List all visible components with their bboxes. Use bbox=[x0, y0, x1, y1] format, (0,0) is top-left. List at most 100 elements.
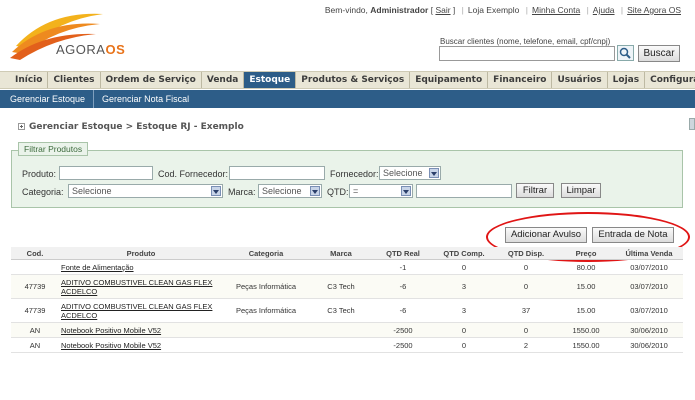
logout-link[interactable]: Sair bbox=[435, 5, 450, 15]
col-qtd-disp[interactable]: QTD Disp. bbox=[495, 247, 557, 259]
help-link[interactable]: Ajuda bbox=[593, 5, 615, 15]
cell-preco: 1550.00 bbox=[572, 325, 600, 335]
categoria-label: Categoria: bbox=[22, 187, 64, 197]
filter-legend: Filtrar Produtos bbox=[18, 142, 89, 156]
cell-qtd-comp: 3 bbox=[461, 282, 467, 291]
nav-inicio[interactable]: Início bbox=[10, 72, 49, 88]
nav-produtos-servicos[interactable]: Produtos & Serviços bbox=[296, 72, 411, 88]
expand-icon[interactable] bbox=[18, 123, 25, 130]
main-nav: Início Clientes Ordem de Serviço Venda E… bbox=[0, 71, 695, 89]
my-account-link[interactable]: Minha Conta bbox=[532, 5, 580, 15]
cell-qtd-disp: 37 bbox=[521, 306, 531, 315]
col-produto[interactable]: Produto bbox=[59, 247, 223, 259]
col-cod[interactable]: Cod. bbox=[11, 247, 59, 259]
cell-qtd-disp: 2 bbox=[523, 340, 529, 350]
cell-categoria: Peças Informática bbox=[235, 282, 297, 291]
cell-qtd-real: -6 bbox=[399, 306, 407, 315]
col-ultima-venda[interactable]: Última Venda bbox=[615, 247, 683, 259]
col-marca[interactable]: Marca bbox=[309, 247, 373, 259]
site-link[interactable]: Site Agora OS bbox=[627, 5, 681, 15]
product-link[interactable]: ADITIVO COMBUSTIVEL CLEAN GAS FLEX ACDEL… bbox=[61, 302, 212, 320]
cell-qtd-real: -6 bbox=[399, 282, 407, 291]
header: AGORAOS Bem-vindo, Administrador [ Sair … bbox=[0, 0, 695, 70]
nav-financeiro[interactable]: Financeiro bbox=[488, 72, 553, 88]
nav-usuarios[interactable]: Usuários bbox=[552, 72, 608, 88]
col-qtd-real[interactable]: QTD Real bbox=[373, 247, 433, 259]
search-input[interactable] bbox=[439, 46, 615, 61]
store-name: Loja Exemplo bbox=[467, 5, 520, 15]
cell-cod: AN bbox=[29, 325, 41, 335]
marca-label: Marca: bbox=[228, 187, 256, 197]
col-qtd-comp[interactable]: QTD Comp. bbox=[433, 247, 495, 259]
product-link[interactable]: Fonte de Alimentação bbox=[61, 263, 134, 272]
cell-cod: 47739 bbox=[24, 282, 46, 291]
table-row: 47739 ADITIVO COMBUSTIVEL CLEAN GAS FLEX… bbox=[11, 299, 683, 323]
col-preco[interactable]: Preço bbox=[557, 247, 615, 259]
cell-qtd-real: -2500 bbox=[393, 325, 413, 335]
search-icon[interactable] bbox=[617, 45, 634, 61]
cod-fornecedor-label: Cod. Fornecedor: bbox=[158, 169, 229, 179]
subnav-gerenciar-nota-fiscal[interactable]: Gerenciar Nota Fiscal bbox=[102, 90, 197, 108]
subnav-gerenciar-estoque[interactable]: Gerenciar Estoque bbox=[10, 90, 95, 108]
nav-equipamento[interactable]: Equipamento bbox=[410, 72, 489, 88]
cell-ultima-venda: 30/06/2010 bbox=[630, 340, 668, 350]
table-row: 47739 ADITIVO COMBUSTIVEL CLEAN GAS FLEX… bbox=[11, 275, 683, 299]
nav-clientes[interactable]: Clientes bbox=[48, 72, 101, 88]
search-button[interactable]: Buscar bbox=[638, 45, 680, 62]
scrollbar-handle[interactable] bbox=[689, 118, 695, 130]
cell-preco: 15.00 bbox=[576, 282, 596, 291]
nav-venda[interactable]: Venda bbox=[202, 72, 245, 88]
cod-fornecedor-input[interactable] bbox=[229, 166, 325, 180]
chevron-down-icon bbox=[429, 168, 439, 178]
qtd-input[interactable] bbox=[416, 184, 512, 198]
sub-nav: Gerenciar Estoque Gerenciar Nota Fiscal bbox=[0, 90, 695, 108]
chevron-down-icon bbox=[211, 186, 221, 196]
cell-preco: 15.00 bbox=[576, 306, 596, 315]
stock-table: Cod. Produto Categoria Marca QTD Real QT… bbox=[11, 247, 683, 353]
product-link[interactable]: Notebook Positivo Mobile V52 bbox=[61, 326, 161, 335]
product-link[interactable]: ADITIVO COMBUSTIVEL CLEAN GAS FLEX ACDEL… bbox=[61, 278, 212, 296]
cell-marca: C3 Tech bbox=[327, 306, 355, 315]
table-row: AN Notebook Positivo Mobile V52 -2500 0 … bbox=[11, 338, 683, 353]
cell-qtd-disp: 0 bbox=[523, 325, 529, 335]
nav-ordem-servico[interactable]: Ordem de Serviço bbox=[101, 72, 202, 88]
produto-input[interactable] bbox=[59, 166, 153, 180]
cell-qtd-disp: 0 bbox=[523, 282, 529, 291]
cell-marca: C3 Tech bbox=[327, 282, 355, 291]
marca-select[interactable]: Selecione bbox=[258, 184, 322, 198]
cell-categoria: Peças Informática bbox=[235, 306, 297, 315]
limpar-button[interactable]: Limpar bbox=[561, 183, 601, 198]
qtd-label: QTD: bbox=[327, 187, 349, 197]
table-header: Cod. Produto Categoria Marca QTD Real QT… bbox=[11, 247, 683, 260]
search-label: Buscar clientes (nome, telefone, email, … bbox=[440, 37, 611, 46]
cell-qtd-comp: 0 bbox=[461, 262, 467, 272]
col-categoria[interactable]: Categoria bbox=[223, 247, 309, 259]
cell-qtd-comp: 3 bbox=[461, 306, 467, 315]
cell-cod: AN bbox=[29, 340, 41, 350]
chevron-down-icon bbox=[401, 186, 411, 196]
filtrar-button[interactable]: Filtrar bbox=[516, 183, 554, 198]
qtd-operator-select[interactable]: = bbox=[349, 184, 413, 198]
cell-ultima-venda: 03/07/2010 bbox=[630, 262, 668, 272]
table-row: Fonte de Alimentação -1 0 0 80.00 03/07/… bbox=[11, 260, 683, 275]
logo-text: AGORAOS bbox=[56, 42, 126, 57]
fornecedor-select[interactable]: Selecione bbox=[379, 166, 441, 180]
nav-estoque[interactable]: Estoque bbox=[244, 72, 297, 88]
cell-preco: 80.00 bbox=[576, 262, 596, 272]
categoria-select[interactable]: Selecione bbox=[68, 184, 223, 198]
welcome-text: Bem-vindo, bbox=[324, 5, 371, 15]
cell-qtd-real: -1 bbox=[399, 262, 407, 272]
table-row: AN Notebook Positivo Mobile V52 -2500 0 … bbox=[11, 323, 683, 338]
cell-qtd-comp: 0 bbox=[461, 325, 467, 335]
cell-ultima-venda: 03/07/2010 bbox=[630, 282, 668, 291]
product-link[interactable]: Notebook Positivo Mobile V52 bbox=[61, 341, 161, 350]
breadcrumb: Gerenciar Estoque > Estoque RJ - Exemplo bbox=[18, 122, 244, 132]
cell-ultima-venda: 03/07/2010 bbox=[630, 306, 668, 315]
cell-qtd-disp: 0 bbox=[523, 262, 529, 272]
nav-configuracoes[interactable]: Configurações bbox=[645, 72, 695, 88]
nav-lojas[interactable]: Lojas bbox=[608, 72, 646, 88]
chevron-down-icon bbox=[310, 186, 320, 196]
cell-qtd-comp: 0 bbox=[461, 340, 467, 350]
cell-ultima-venda: 30/06/2010 bbox=[630, 325, 668, 335]
top-links: Bem-vindo, Administrador [ Sair ] | Loja … bbox=[324, 5, 681, 15]
